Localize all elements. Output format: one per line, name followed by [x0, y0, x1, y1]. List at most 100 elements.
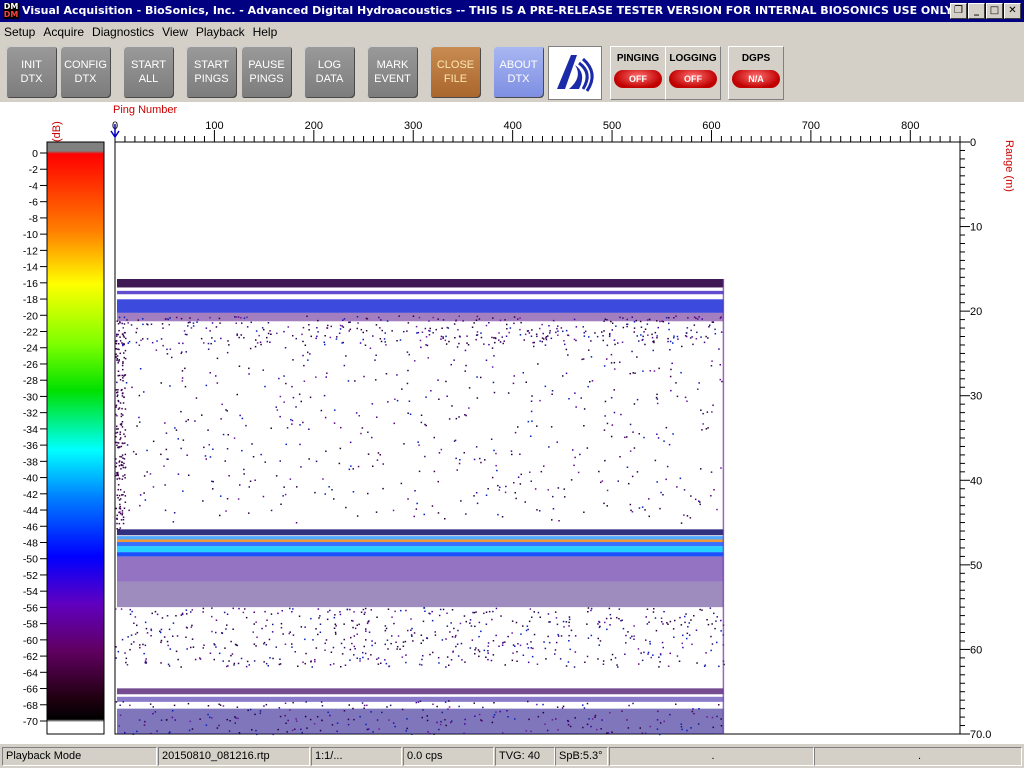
pause-pings-button[interactable]: PAUSE PINGS	[241, 46, 292, 98]
echo-sample	[150, 635, 152, 637]
echo-sample	[418, 470, 421, 473]
echo-sample	[613, 389, 615, 391]
echo-sample	[270, 427, 272, 429]
restore-icon[interactable]: ❐	[950, 3, 967, 19]
echo-sample	[263, 705, 265, 707]
echo-sample	[161, 617, 164, 619]
echo-sample	[264, 610, 266, 613]
echo-sample	[552, 508, 555, 510]
echo-sample	[590, 725, 592, 728]
init-dtx-button[interactable]: INIT DTX	[6, 46, 57, 98]
minimize-icon[interactable]: _	[968, 3, 985, 19]
echo-sample	[627, 631, 629, 633]
echo-sample	[121, 342, 123, 344]
echo-sample	[236, 706, 239, 708]
echo-sample	[291, 419, 294, 422]
echo-sample	[641, 339, 643, 341]
echo-sample	[478, 713, 481, 716]
echo-sample	[196, 321, 198, 323]
echo-sample	[439, 608, 442, 611]
echo-sample	[511, 632, 513, 634]
echo-sample	[238, 607, 240, 610]
start-pings-button[interactable]: START PINGS	[186, 46, 237, 98]
echo-sample	[540, 470, 543, 473]
echo-sample	[637, 648, 640, 650]
echo-sample	[319, 615, 321, 617]
echo-sample	[396, 399, 399, 402]
echo-sample	[532, 647, 534, 650]
echo-sample	[236, 393, 238, 396]
menu-setup[interactable]: Setup	[0, 22, 39, 42]
menu-view[interactable]: View	[158, 22, 192, 42]
echo-sample	[324, 649, 326, 651]
echo-sample	[119, 527, 122, 529]
echo-sample	[122, 333, 124, 335]
echo-sample	[629, 423, 632, 426]
menu-diagnostics[interactable]: Diagnostics	[88, 22, 158, 42]
echo-sample	[519, 317, 521, 319]
echo-sample	[312, 639, 314, 641]
echo-sample	[631, 316, 633, 318]
echo-sample	[253, 611, 255, 613]
echo-sample	[491, 366, 494, 368]
menu-acquire[interactable]: Acquire	[39, 22, 88, 42]
echo-sample	[448, 700, 450, 702]
echo-sample	[333, 627, 336, 629]
echo-sample	[347, 723, 350, 726]
echo-sample	[460, 500, 462, 502]
echo-sample	[128, 340, 131, 343]
echo-sample	[415, 701, 418, 704]
echo-sample	[434, 634, 437, 636]
log-data-button[interactable]: LOG DATA	[304, 46, 355, 98]
echo-sample	[166, 615, 169, 617]
config-dtx-button[interactable]: CONFIG DTX	[60, 46, 111, 98]
echo-sample	[352, 626, 354, 629]
echo-sample	[425, 424, 427, 427]
echo-sample	[539, 510, 541, 512]
amplitude-tick-label: -62	[23, 651, 38, 663]
echo-sample	[326, 372, 328, 374]
echo-sample	[357, 322, 359, 324]
echo-sample	[603, 330, 605, 332]
biosonics-logo-icon[interactable]	[548, 46, 602, 100]
echo-sample	[263, 661, 265, 663]
echogram-svg[interactable]: Amplitude (dB) 0-2-4-6-8-10-12-14-16-18-…	[0, 102, 1024, 744]
echo-sample	[699, 608, 701, 611]
echo-sample	[248, 486, 250, 488]
echo-sample	[657, 326, 659, 329]
amplitude-colorbar	[46, 141, 105, 735]
echo-sample	[610, 353, 613, 356]
echo-sample	[438, 452, 441, 454]
close-icon[interactable]: ✕	[1004, 3, 1021, 19]
close-file-button[interactable]: CLOSE FILE	[430, 46, 481, 98]
echo-sample	[530, 410, 533, 413]
echo-sample	[287, 719, 289, 722]
echo-sample	[680, 371, 682, 374]
app-icon[interactable]: DM DM	[3, 3, 19, 19]
echo-sample	[363, 707, 365, 709]
echo-sample	[579, 453, 581, 456]
echo-sample	[657, 710, 659, 713]
about-dtx-button[interactable]: ABOUT DTX	[493, 46, 544, 98]
echo-sample	[391, 635, 393, 637]
echo-sample	[237, 498, 240, 500]
echo-sample	[331, 489, 333, 491]
amplitude-ticks: 0-2-4-6-8-10-12-14-16-18-20-22-24-26-28-…	[23, 148, 47, 728]
echo-sample	[565, 329, 568, 332]
echo-sample	[119, 379, 122, 381]
echo-sample	[124, 357, 127, 360]
echogram-plot-area[interactable]	[114, 141, 961, 735]
menu-playback[interactable]: Playback	[192, 22, 249, 42]
menu-help[interactable]: Help	[249, 22, 282, 42]
echo-sample	[450, 363, 452, 366]
echo-sample	[699, 503, 701, 506]
mark-event-button[interactable]: MARK EVENT	[367, 46, 418, 98]
start-all-button[interactable]: START ALL	[123, 46, 174, 98]
echo-sample	[122, 377, 124, 379]
echo-sample	[282, 633, 284, 635]
echo-sample	[199, 718, 201, 720]
echo-sample	[406, 382, 409, 385]
echo-sample	[124, 435, 126, 438]
echo-sample	[401, 656, 404, 658]
maximize-icon[interactable]: □	[986, 3, 1003, 19]
